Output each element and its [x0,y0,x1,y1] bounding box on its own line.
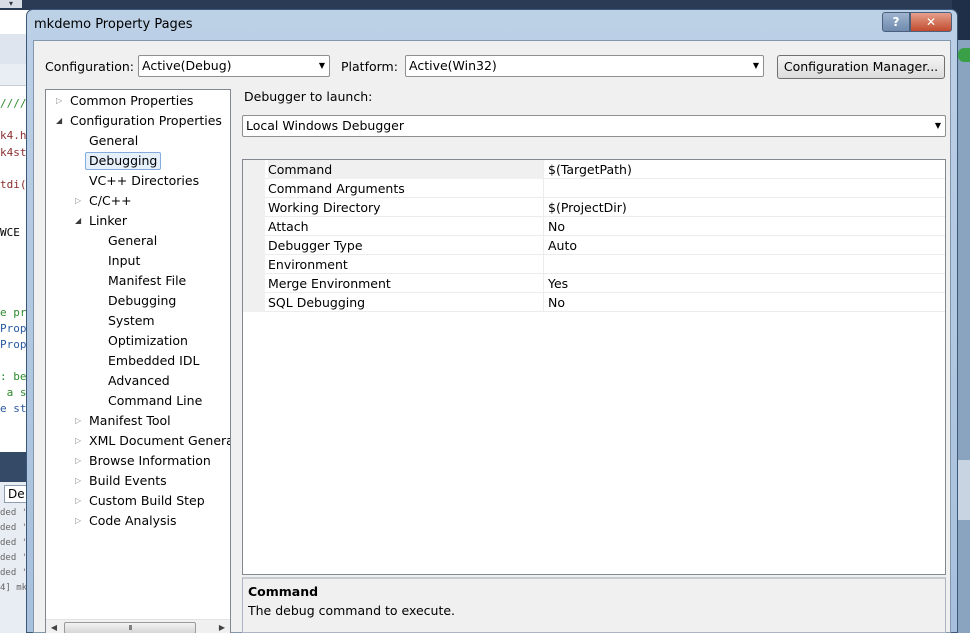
configuration-manager-button[interactable]: Configuration Manager... [777,55,945,79]
tree-collapsed-icon[interactable]: ▷ [75,492,81,510]
dialog-client-area: Configuration: Active(Debug) ▼ Platform:… [33,40,951,633]
property-name[interactable]: Merge Environment [268,274,544,293]
property-row[interactable]: Command $(TargetPath) [243,160,945,179]
tree-horizontal-scrollbar[interactable]: ◀ III ▶ [46,619,230,633]
tree-collapsed-icon[interactable]: ▷ [75,512,81,530]
tree-item[interactable]: Common Properties [70,92,193,110]
tree-collapsed-icon[interactable]: ▷ [56,92,62,110]
tree-item[interactable]: Advanced [108,372,170,390]
row-gutter [243,217,265,236]
platform-label: Platform: [341,59,398,74]
scroll-left-icon[interactable]: ◀ [46,620,62,633]
configuration-label: Configuration: [45,59,134,74]
property-tree[interactable]: ◀ III ▶ ▷ Common Properties ◢ Configuration… [45,89,231,633]
tree-item[interactable]: Embedded IDL [108,352,199,370]
tree-item[interactable]: Input [108,252,140,270]
description-title: Command [248,584,319,599]
property-row[interactable]: Environment [243,255,945,274]
dropdown-arrow-icon: ▼ [318,61,325,70]
dropdown-arrow-icon: ▼ [752,61,759,70]
tree-collapsed-icon[interactable]: ▷ [75,452,81,470]
tree-item[interactable]: Command Line [108,392,202,410]
tree-item[interactable]: General [108,232,157,250]
tree-expanded-icon[interactable]: ◢ [75,212,81,230]
dropdown-arrow-icon: ▼ [934,121,941,130]
tree-collapsed-icon[interactable]: ▷ [75,432,81,450]
property-row[interactable]: Command Arguments [243,179,945,198]
row-gutter [243,293,265,312]
tree-item[interactable]: Debugging [85,152,162,170]
tree-item[interactable]: Custom Build Step [89,492,205,510]
property-name[interactable]: Command [268,160,544,179]
ide-output-combo[interactable]: De [4,485,28,503]
tree-item[interactable]: Configuration Properties [70,112,222,130]
tree-item[interactable]: Optimization [108,332,188,350]
tree-collapsed-icon[interactable]: ▷ [75,472,81,490]
row-gutter [243,160,265,179]
property-value[interactable]: No [548,217,943,236]
row-gutter [243,179,265,198]
scroll-right-icon[interactable]: ▶ [214,620,230,633]
tree-item[interactable]: Linker [89,212,127,230]
tree-item[interactable]: XML Document Generat [89,432,230,450]
property-name[interactable]: Environment [268,255,544,274]
property-row[interactable]: SQL Debugging No [243,293,945,312]
tree-item[interactable]: General [89,132,138,150]
tree-item[interactable]: Manifest File [108,272,186,290]
tree-item[interactable]: System [108,312,155,330]
configuration-value: Active(Debug) [142,58,232,73]
help-button[interactable]: ? [882,12,910,32]
property-name[interactable]: Command Arguments [268,179,544,198]
property-pages-dialog: mkdemo Property Pages ? ✕ Configuration:… [26,9,958,633]
property-row[interactable]: Merge Environment Yes [243,274,945,293]
property-value[interactable] [548,255,943,274]
tree-collapsed-icon[interactable]: ▷ [75,192,81,210]
configuration-combo[interactable]: Active(Debug) ▼ [138,55,330,77]
tree-item[interactable]: Build Events [89,472,167,490]
description-panel: Command The debug command to execute. [242,577,946,633]
row-gutter [243,198,265,217]
debugger-launch-label: Debugger to launch: [244,89,373,104]
property-value[interactable]: $(TargetPath) [548,160,943,179]
debugger-value: Local Windows Debugger [246,118,405,133]
dialog-title: mkdemo Property Pages [34,17,193,32]
platform-combo[interactable]: Active(Win32) ▼ [405,55,764,77]
property-value[interactable]: Yes [548,274,943,293]
tree-item[interactable]: Browse Information [89,452,211,470]
property-value[interactable]: No [548,293,943,312]
row-gutter [243,236,265,255]
property-value[interactable]: Auto [548,236,943,255]
platform-value: Active(Win32) [409,58,497,73]
property-name[interactable]: Attach [268,217,544,236]
property-row[interactable]: Working Directory $(ProjectDir) [243,198,945,217]
property-value[interactable] [548,179,943,198]
tree-item[interactable]: Code Analysis [89,512,176,530]
ide-menu-arrow: ▾ [0,0,22,8]
tree-collapsed-icon[interactable]: ▷ [75,412,81,430]
property-value[interactable]: $(ProjectDir) [548,198,943,217]
ide-green-indicator [958,48,970,62]
tree-item[interactable]: C/C++ [89,192,132,210]
tree-item[interactable]: Debugging [108,292,176,310]
property-name[interactable]: Debugger Type [268,236,544,255]
row-gutter [243,274,265,293]
property-row[interactable]: Attach No [243,217,945,236]
row-gutter [243,255,265,274]
close-button[interactable]: ✕ [910,12,952,32]
tree-item[interactable]: VC++ Directories [89,172,199,190]
property-name[interactable]: SQL Debugging [268,293,544,312]
scroll-thumb[interactable]: III [64,622,196,633]
debugger-combo[interactable]: Local Windows Debugger ▼ [242,115,946,137]
tree-expanded-icon[interactable]: ◢ [56,112,62,130]
property-row[interactable]: Debugger Type Auto [243,236,945,255]
property-name[interactable]: Working Directory [268,198,544,217]
description-text: The debug command to execute. [248,603,456,618]
tree-item[interactable]: Manifest Tool [89,412,171,430]
property-grid[interactable]: Command $(TargetPath) Command Arguments Wor… [242,159,946,575]
